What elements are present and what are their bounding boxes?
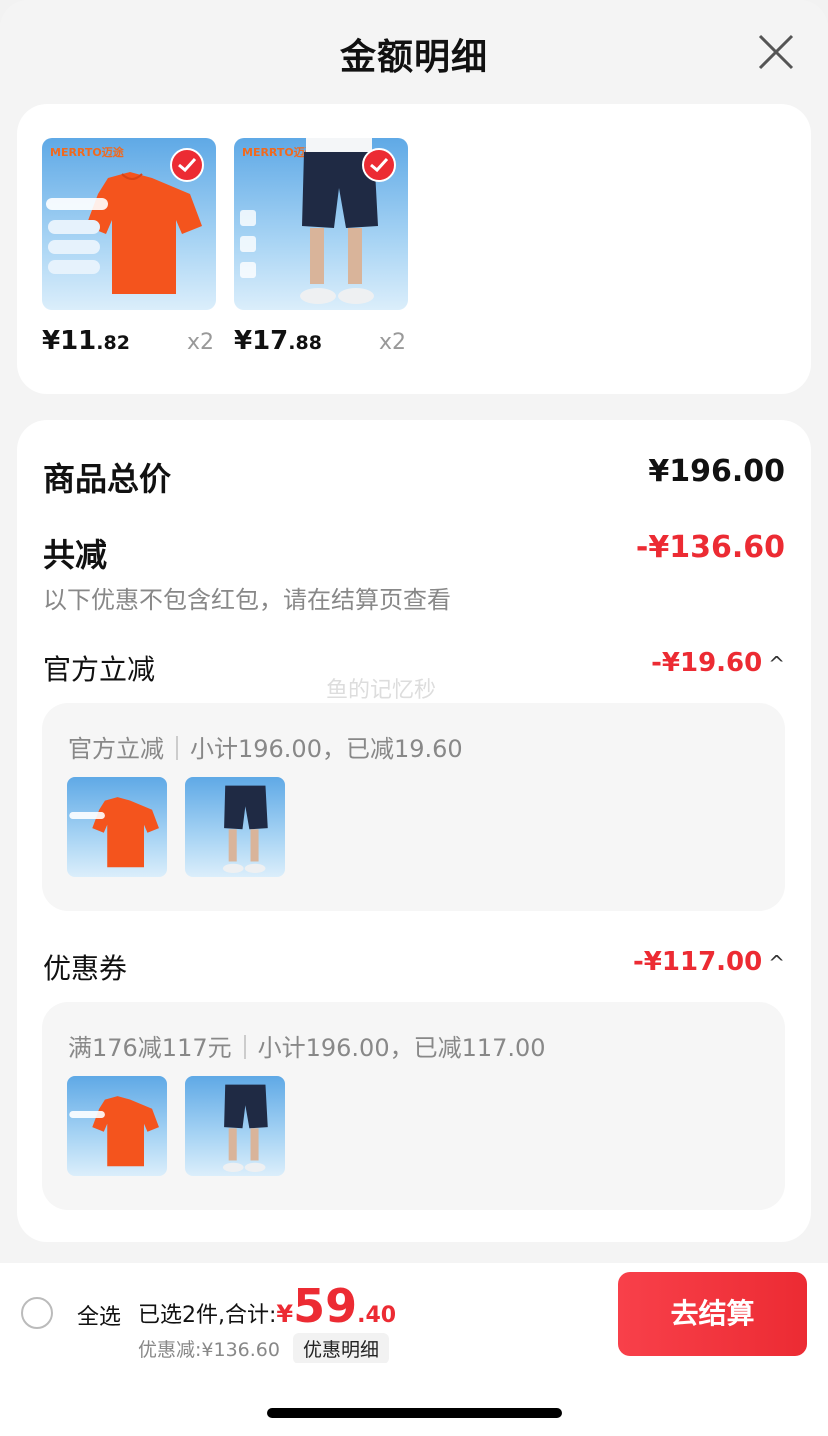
select-all-radio[interactable] — [21, 1297, 53, 1329]
bottom-safe-area — [0, 1363, 828, 1436]
coupon-detail: 满176减117元 小计196.00，已减117.00 — [68, 1034, 546, 1062]
product-image-shorts: MERRTO迈途 — [234, 138, 408, 310]
coupon-box: 满176减117元 小计196.00，已减117.00 — [42, 1002, 785, 1210]
price-detail-card: 商品总价 ¥196.00 共减 -¥136.60 以下优惠不包含红包，请在结算页… — [17, 420, 811, 1242]
select-all-label[interactable]: 全选 — [77, 1299, 121, 1331]
total-price-row: 商品总价 ¥196.00 — [43, 454, 785, 498]
close-icon[interactable] — [756, 32, 796, 72]
total-price-value: ¥196.00 — [648, 454, 785, 489]
discount-summary: 优惠减:¥136.60 — [138, 1339, 280, 1361]
checkout-bar: 全选 已选2件,合计:¥59.40 优惠减:¥136.60 优惠明细 去结算 — [0, 1263, 828, 1364]
discount-detail-button[interactable]: 优惠明细 — [293, 1333, 390, 1364]
home-indicator[interactable] — [267, 1408, 562, 1418]
selected-check-icon[interactable] — [362, 148, 396, 182]
sheet-title: 金额明细 — [339, 37, 488, 78]
product-price-row: ¥17.88 x2 — [234, 324, 408, 364]
watermark-text: 鱼的记忆秒 — [326, 678, 437, 703]
total-reduce-value: -¥136.60 — [635, 530, 785, 565]
product-thumb-tshirt[interactable] — [67, 1076, 167, 1176]
total-reduce-row: 共减 -¥136.60 — [43, 530, 785, 574]
product-thumb-tshirt[interactable] — [67, 777, 167, 877]
product-quantity: x2 — [186, 330, 214, 355]
chevron-up-icon[interactable]: ^ — [768, 652, 785, 676]
product-item[interactable]: MERRTO迈途 ¥11.82 x2 — [42, 138, 216, 356]
chevron-up-icon[interactable]: ^ — [768, 951, 785, 975]
official-discount-box: 官方立减 小计196.00，已减19.60 — [42, 703, 785, 911]
product-price: ¥17.88 — [234, 326, 322, 356]
product-quantity: x2 — [378, 330, 406, 355]
product-image-tshirt: MERRTO迈途 — [42, 138, 216, 310]
amount-detail-sheet: 金额明细 MERRTO迈途 ¥11.82 x2 MERRTO迈途 ¥17.88 … — [0, 0, 828, 1436]
product-item[interactable]: MERRTO迈途 ¥17.88 x2 — [234, 138, 408, 356]
official-discount-detail: 官方立减 小计196.00，已减19.60 — [68, 735, 463, 763]
products-card: MERRTO迈途 ¥11.82 x2 MERRTO迈途 ¥17.88 x2 — [17, 104, 811, 394]
product-price-row: ¥11.82 x2 — [42, 324, 216, 364]
reduce-note: 以下优惠不包含红包，请在结算页查看 — [43, 586, 451, 614]
product-thumb-shorts[interactable] — [185, 1076, 285, 1176]
selected-summary: 已选2件,合计:¥59.40 — [138, 1279, 397, 1333]
coupon-value: -¥117.00 ^ — [633, 947, 785, 977]
product-price: ¥11.82 — [42, 326, 130, 356]
coupon-row[interactable]: 优惠券 -¥117.00 ^ — [43, 947, 785, 987]
official-discount-value: -¥19.60 ^ — [651, 648, 785, 678]
checkout-button[interactable]: 去结算 — [618, 1272, 807, 1356]
selected-check-icon[interactable] — [170, 148, 204, 182]
product-thumb-shorts[interactable] — [185, 777, 285, 877]
